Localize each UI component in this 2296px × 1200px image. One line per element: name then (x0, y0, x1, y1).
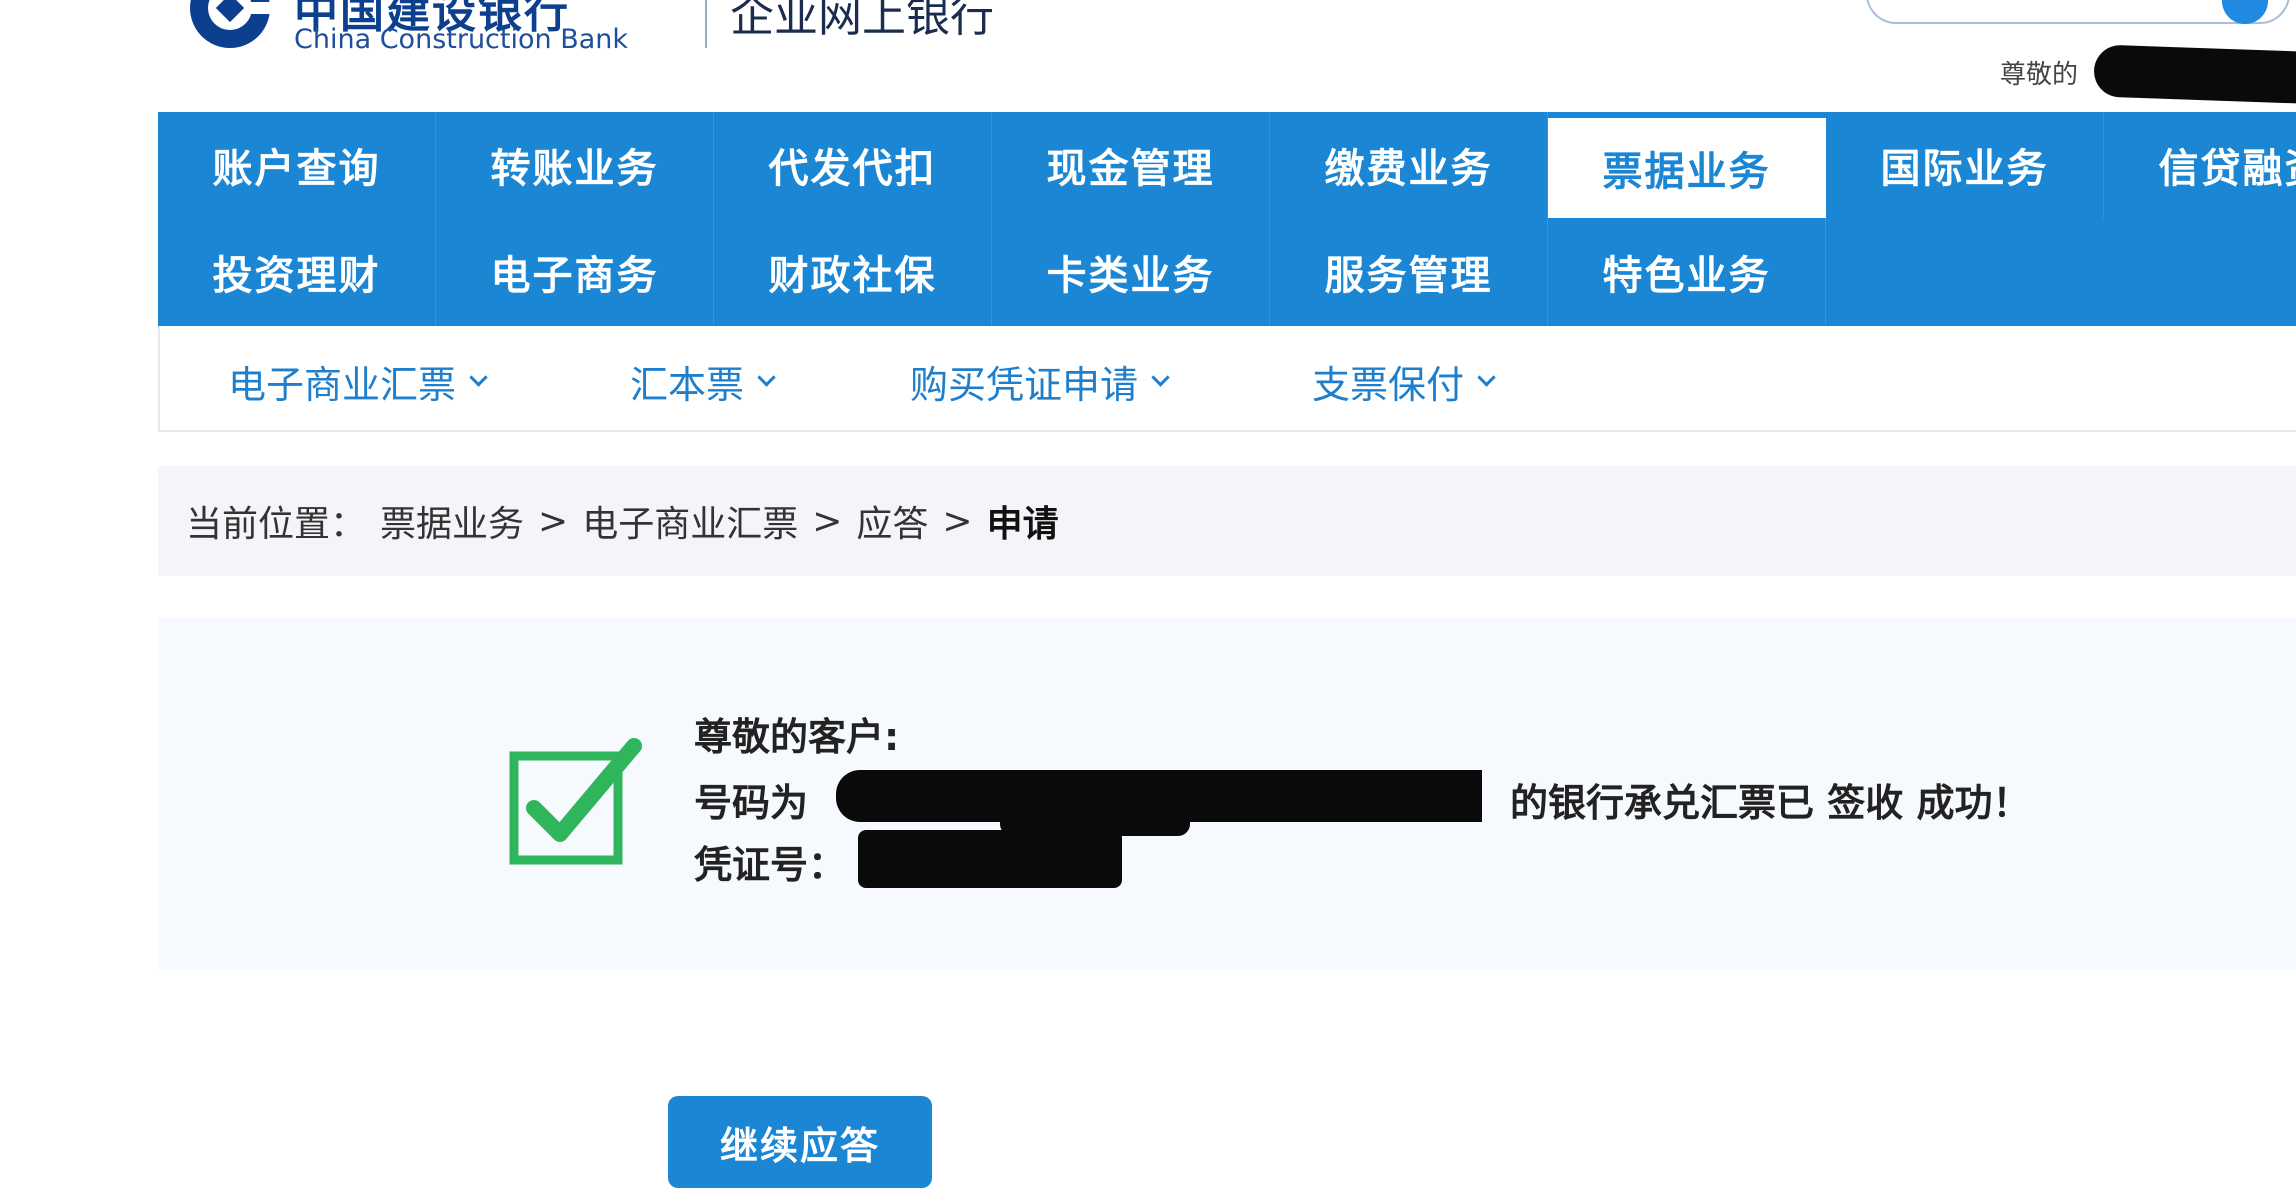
ccb-logo-icon (190, 0, 274, 48)
subnav-voucher-purchase[interactable]: 购买凭证申请 (910, 354, 1170, 409)
brand-name-en: China Construction Bank (294, 24, 629, 55)
continue-response-button[interactable]: 继续应答 (668, 1096, 932, 1188)
subnav-cheque-guarantee[interactable]: 支票保付 (1312, 354, 1496, 409)
nav-item-e-commerce[interactable]: 电子商务 (436, 218, 714, 326)
result-success-message: 的银行承兑汇票已 签收 成功！ (1510, 781, 2031, 825)
subnav-label: 汇本票 (630, 363, 745, 407)
subnav-label: 支票保付 (1312, 363, 1465, 407)
brand-divider (705, 0, 707, 48)
redacted-voucher-number (858, 830, 1122, 888)
nav-item-notes-business[interactable]: 票据业务 (1548, 118, 1826, 218)
nav-item-international[interactable]: 国际业务 (1826, 112, 2104, 218)
nav-item-featured-business[interactable]: 特色业务 (1548, 218, 1826, 326)
sub-navigation: 电子商业汇票 汇本票 购买凭证申请 支票保付 (158, 326, 2296, 432)
breadcrumb-item-response[interactable]: 应答 (856, 495, 928, 547)
nav-item-transfer[interactable]: 转账业务 (436, 112, 714, 218)
breadcrumb-item-notes[interactable]: 票据业务 (380, 495, 524, 547)
breadcrumb-current: 申请 (986, 504, 1059, 545)
breadcrumb-separator: > (942, 500, 973, 542)
nav-item-account-query[interactable]: 账户查询 (158, 112, 436, 218)
nav-row-1: 账户查询 转账业务 代发代扣 现金管理 缴费业务 票据业务 国际业务 信贷融资 (158, 112, 2296, 218)
page-header: 中国建设银行 China Construction Bank 企业网上银行 尊敬… (0, 0, 2296, 112)
subnav-label: 购买凭证申请 (910, 363, 1139, 407)
result-voucher-label: 凭证号： (694, 843, 847, 887)
nav-item-service-management[interactable]: 服务管理 (1270, 218, 1548, 326)
subnav-e-commercial-draft[interactable]: 电子商业汇票 (228, 354, 488, 409)
main-navigation: 账户查询 转账业务 代发代扣 现金管理 缴费业务 票据业务 国际业务 信贷融资 … (158, 112, 2296, 326)
chevron-down-icon (1477, 368, 1496, 387)
chevron-down-icon (469, 368, 488, 387)
nav-item-card-business[interactable]: 卡类业务 (992, 218, 1270, 326)
subnav-remittance-draft[interactable]: 汇本票 (630, 354, 776, 409)
result-number-label: 号码为 (694, 781, 809, 825)
success-check-icon (509, 738, 642, 865)
redacted-username (2093, 44, 2296, 104)
nav-row-2: 投资理财 电子商务 财政社保 卡类业务 服务管理 特色业务 (158, 218, 1826, 326)
brand-subtitle: 企业网上银行 (730, 0, 994, 42)
nav-item-investment[interactable]: 投资理财 (158, 218, 436, 326)
subnav-label: 电子商业汇票 (228, 363, 457, 407)
nav-item-fiscal-social[interactable]: 财政社保 (714, 218, 992, 326)
nav-item-cash-management[interactable]: 现金管理 (992, 112, 1270, 218)
breadcrumb-item-e-draft[interactable]: 电子商业汇票 (582, 495, 798, 547)
nav-item-credit-financing[interactable]: 信贷融资 (2104, 112, 2296, 218)
result-salutation: 尊敬的客户: (694, 715, 900, 759)
nav-item-bill-payment[interactable]: 缴费业务 (1270, 112, 1548, 218)
chevron-down-icon (1151, 368, 1170, 387)
breadcrumb: 当前位置： 票据业务 > 电子商业汇票 > 应答 > 申请 (158, 466, 2296, 576)
nav-item-payroll-collection[interactable]: 代发代扣 (714, 112, 992, 218)
breadcrumb-separator: > (538, 500, 569, 542)
breadcrumb-prefix: 当前位置： (186, 504, 367, 545)
breadcrumb-separator: > (812, 500, 843, 542)
chevron-down-icon (757, 368, 776, 387)
user-greeting: 尊敬的 (2000, 60, 2079, 90)
